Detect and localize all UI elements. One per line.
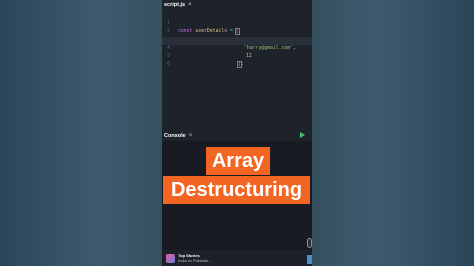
semicolon: ; — [240, 62, 244, 68]
code-line-2: 2 'Harry', — [162, 20, 312, 42]
run-play-icon[interactable] — [300, 132, 305, 138]
overlay-title-array: Array — [206, 147, 270, 175]
code-editor[interactable]: script.js × 1 const userDetails = [ 2 'H… — [162, 0, 312, 130]
code-line-3: 3 'harry@gmail.com', — [162, 28, 312, 51]
code-line-4: 4 12 — [162, 36, 312, 59]
news-subtitle: India vs Pakistan... — [178, 258, 212, 263]
close-tab-icon[interactable]: × — [188, 2, 192, 8]
overlay-title-destructuring: Destructuring — [163, 176, 310, 204]
line-code: ]; — [237, 61, 244, 69]
background-left — [0, 0, 162, 266]
code-line-6: 6 — [162, 53, 312, 67]
tab-script-js[interactable]: script.js — [164, 2, 185, 8]
news-notification[interactable]: Top Stories India vs Pakistan... — [162, 250, 312, 266]
phone-screen: script.js × 1 const userDetails = [ 2 'H… — [162, 0, 312, 266]
console-tab-bar: Console × — [162, 130, 312, 141]
background-right — [312, 0, 474, 266]
news-text: Top Stories India vs Pakistan... — [178, 253, 212, 263]
code-line-5: 5 ]; — [162, 45, 312, 69]
line-number: 6 — [167, 62, 170, 68]
code-line-1: 1 const userDetails = [ — [162, 12, 312, 36]
close-console-icon[interactable]: × — [189, 133, 193, 139]
news-thumbnail — [307, 255, 312, 264]
code-area[interactable]: 1 const userDetails = [ 2 'Harry', 3 'ha… — [162, 12, 312, 69]
news-app-icon — [166, 253, 175, 263]
scroll-handle[interactable] — [307, 238, 312, 248]
tab-console[interactable]: Console — [164, 133, 186, 139]
editor-tab-bar: script.js × — [162, 0, 312, 10]
